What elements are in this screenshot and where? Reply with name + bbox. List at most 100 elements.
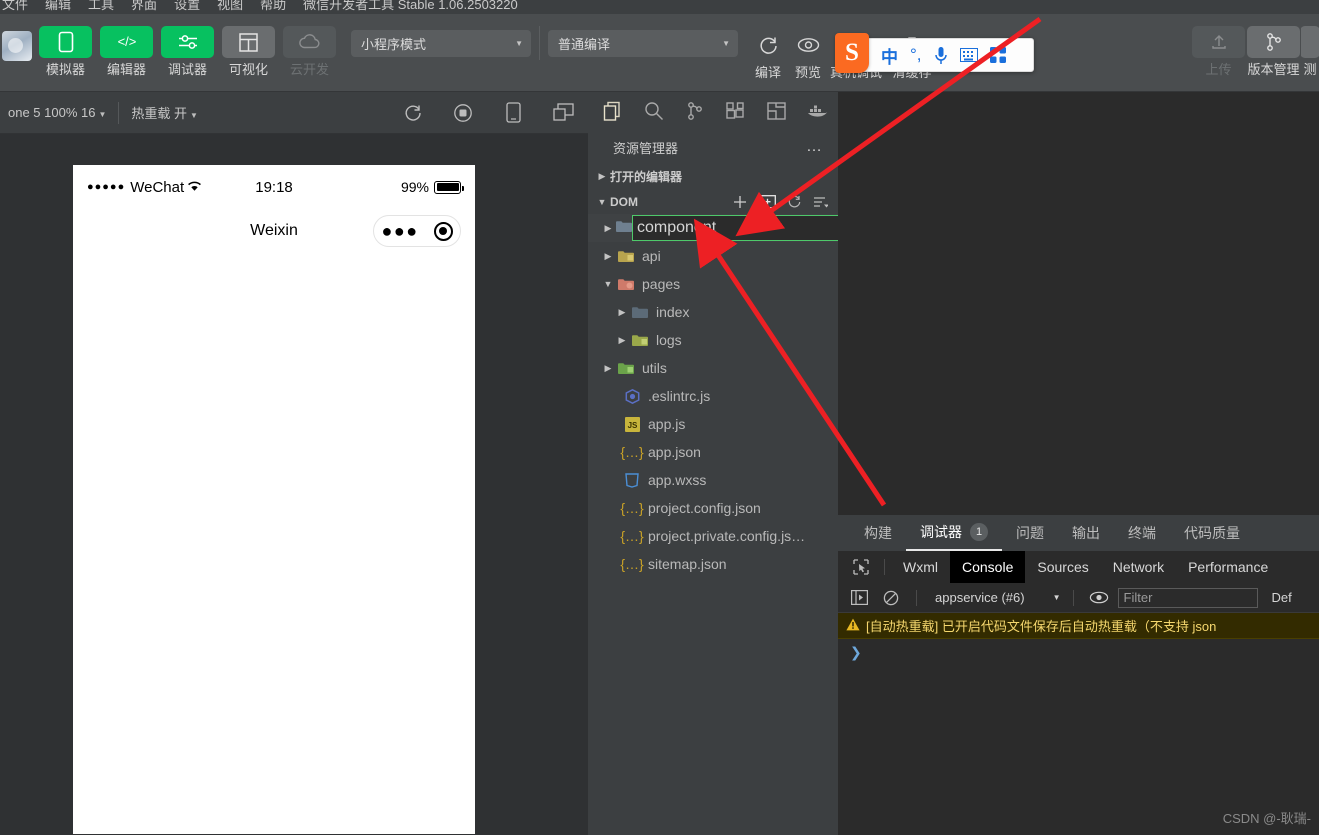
clear-console-icon[interactable] bbox=[878, 590, 904, 606]
folder-icon bbox=[616, 220, 632, 236]
phone-simulator[interactable]: ●●●●● WeChat 19:18 99% Weixin ●●● bbox=[73, 165, 475, 834]
inspect-element-icon[interactable] bbox=[844, 559, 878, 575]
tree-item-project-private-config[interactable]: {…} project.private.config.js… bbox=[588, 522, 838, 550]
compile-label: 编译 bbox=[754, 65, 781, 80]
new-file-icon[interactable] bbox=[732, 194, 748, 210]
mode-select[interactable]: 小程序模式 ▼ bbox=[351, 30, 531, 57]
chevron-right-icon bbox=[600, 363, 616, 374]
tab-code-quality[interactable]: 代码质量 bbox=[1170, 515, 1254, 551]
preview-button[interactable]: 预览 bbox=[788, 14, 828, 81]
menu-item-1[interactable]: 编辑 bbox=[45, 0, 71, 13]
refresh-icon bbox=[758, 33, 779, 57]
tree-item-project-config[interactable]: {…} project.config.json bbox=[588, 494, 838, 522]
carrier-label: WeChat bbox=[130, 178, 185, 196]
devtools-tab-performance[interactable]: Performance bbox=[1176, 554, 1280, 580]
test-button[interactable]: 测 bbox=[1301, 26, 1319, 78]
folder-icon bbox=[616, 362, 636, 375]
tree-item-sitemap[interactable]: {…} sitemap.json bbox=[588, 550, 838, 578]
cloud-dev-button[interactable]: 云开发 bbox=[282, 26, 337, 78]
tree-item-pages[interactable]: pages bbox=[588, 270, 838, 298]
sim-device-button[interactable] bbox=[488, 102, 538, 123]
tab-debugger[interactable]: 调试器 1 bbox=[906, 515, 1002, 551]
search-icon[interactable] bbox=[633, 92, 674, 130]
refresh-icon[interactable] bbox=[787, 194, 802, 209]
compile-button[interactable]: 编译 bbox=[748, 14, 788, 81]
console-levels-label[interactable]: Def bbox=[1264, 590, 1292, 605]
version-control-button[interactable]: 版本管理 bbox=[1246, 26, 1301, 78]
visualization-label: 可视化 bbox=[228, 62, 268, 77]
eye-icon bbox=[797, 33, 820, 57]
user-avatar[interactable] bbox=[2, 31, 32, 61]
menu-item-3[interactable]: 界面 bbox=[131, 0, 157, 13]
device-select[interactable]: one 5 100% 16 ▼ bbox=[0, 105, 114, 120]
simulator-button[interactable]: 模拟器 bbox=[38, 26, 93, 78]
window-title: 微信开发者工具 Stable 1.06.2503220 bbox=[303, 0, 518, 12]
sim-detach-button[interactable] bbox=[538, 103, 588, 122]
hot-reload-select[interactable]: 热重载 开 ▼ bbox=[123, 103, 206, 122]
menu-item-5[interactable]: 视图 bbox=[217, 0, 243, 13]
docker-icon[interactable] bbox=[797, 92, 838, 130]
console-prompt-row[interactable]: ❯ bbox=[838, 639, 1319, 665]
tab-problems[interactable]: 问题 bbox=[1002, 515, 1058, 551]
tab-terminal[interactable]: 终端 bbox=[1114, 515, 1170, 551]
console-context-select[interactable]: appservice (#6) ▼ bbox=[929, 590, 1061, 605]
visualization-button[interactable]: 可视化 bbox=[221, 26, 276, 78]
folder-icon bbox=[630, 306, 650, 319]
menu-item-0[interactable]: 文件 bbox=[2, 0, 28, 13]
tab-output[interactable]: 输出 bbox=[1058, 515, 1114, 551]
devtools-tab-console[interactable]: Console bbox=[950, 551, 1026, 583]
ime-punctuation-toggle[interactable]: °, bbox=[904, 45, 928, 65]
sogou-logo-icon[interactable]: S bbox=[835, 33, 869, 73]
devtools-tab-wxml[interactable]: Wxml bbox=[891, 554, 950, 580]
files-icon[interactable] bbox=[592, 92, 633, 130]
tab-build[interactable]: 构建 bbox=[850, 515, 906, 551]
console-context-value: appservice (#6) bbox=[935, 590, 1025, 605]
chevron-right-icon bbox=[594, 171, 610, 182]
eslint-file-icon bbox=[622, 388, 642, 404]
ime-chinese-toggle[interactable]: 中 bbox=[875, 43, 904, 68]
mic-icon[interactable] bbox=[928, 46, 954, 65]
menu-item-2[interactable]: 工具 bbox=[88, 0, 114, 13]
new-folder-row bbox=[588, 214, 849, 242]
sim-refresh-button[interactable] bbox=[388, 103, 438, 123]
tree-item-app-wxss[interactable]: app.wxss bbox=[588, 466, 838, 494]
console-eye-icon[interactable] bbox=[1086, 591, 1112, 604]
simulator-area: ●●●●● WeChat 19:18 99% Weixin ●●● bbox=[0, 134, 588, 835]
wechat-capsule-button[interactable]: ●●● bbox=[373, 215, 461, 247]
devtools-tab-network[interactable]: Network bbox=[1101, 554, 1176, 580]
explorer-more-icon[interactable]: … bbox=[806, 139, 824, 155]
layout-icon[interactable] bbox=[756, 92, 797, 130]
new-folder-input[interactable] bbox=[632, 215, 849, 241]
debugger-button[interactable]: 调试器 bbox=[160, 26, 215, 78]
console-warning-row[interactable]: [自动热重载] 已开启代码文件保存后自动热重载（不支持 json bbox=[838, 613, 1319, 639]
svg-text:</>: </> bbox=[117, 34, 136, 49]
menu-item-6[interactable]: 帮助 bbox=[260, 0, 286, 13]
tree-item-logs[interactable]: logs bbox=[588, 326, 838, 354]
section-open-editors[interactable]: 打开的编辑器 bbox=[588, 164, 838, 189]
extensions-icon[interactable] bbox=[715, 92, 756, 130]
tree-item-api[interactable]: api bbox=[588, 242, 838, 270]
section-dom[interactable]: DOM bbox=[588, 189, 838, 214]
new-folder-icon[interactable] bbox=[759, 194, 776, 209]
tab-debugger-label: 调试器 bbox=[920, 524, 962, 540]
compile-select[interactable]: 普通编译 ▼ bbox=[548, 30, 738, 57]
sim-record-button[interactable] bbox=[438, 103, 488, 123]
tree-item-app-json[interactable]: {…} app.json bbox=[588, 438, 838, 466]
tree-item-app-js[interactable]: JS app.js bbox=[588, 410, 838, 438]
editor-area[interactable] bbox=[838, 92, 1319, 515]
tree-item-eslintrc[interactable]: .eslintrc.js bbox=[588, 382, 838, 410]
menu-item-4[interactable]: 设置 bbox=[174, 0, 200, 13]
tree-item-index[interactable]: index bbox=[588, 298, 838, 326]
source-control-icon[interactable] bbox=[674, 92, 715, 130]
devtools-tab-sources[interactable]: Sources bbox=[1025, 554, 1100, 580]
explorer-header: 资源管理器 … bbox=[588, 130, 838, 164]
keyboard-icon[interactable] bbox=[954, 48, 984, 62]
console-sidebar-icon[interactable] bbox=[846, 590, 872, 605]
upload-button[interactable]: 上传 bbox=[1191, 26, 1246, 78]
console-filter-input[interactable] bbox=[1117, 587, 1258, 608]
tree-item-utils[interactable]: utils bbox=[588, 354, 838, 382]
apps-icon[interactable] bbox=[984, 47, 1012, 63]
capsule-close-icon[interactable] bbox=[433, 221, 453, 241]
editor-button[interactable]: </> 编辑器 bbox=[99, 26, 154, 78]
collapse-all-icon[interactable] bbox=[813, 195, 828, 209]
